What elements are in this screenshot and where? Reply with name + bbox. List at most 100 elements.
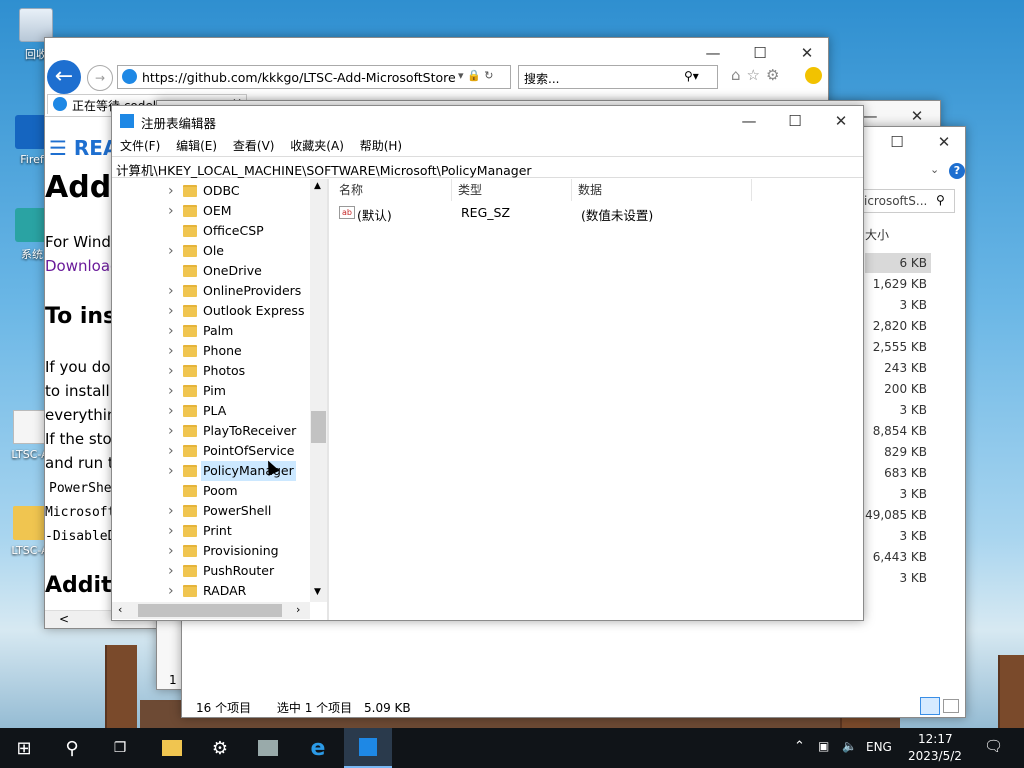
values-pane[interactable]: 名称 类型 数据 ab (默认) REG_SZ (数值未设置) xyxy=(333,179,863,620)
download-link[interactable]: Download xyxy=(45,257,115,275)
horizontal-scrollbar[interactable]: ‹ › xyxy=(112,602,310,619)
close-button[interactable]: ✕ xyxy=(818,106,864,136)
scrollbar-thumb[interactable] xyxy=(138,604,282,617)
expand-chevron-icon[interactable]: › xyxy=(168,381,174,401)
maximize-button[interactable]: ☐ xyxy=(772,106,818,136)
chevron-down-icon[interactable]: ⌄ xyxy=(930,163,939,176)
forward-icon[interactable]: → xyxy=(87,65,113,91)
settings-gear-icon[interactable]: ⚙ xyxy=(196,728,244,768)
menu-favorites[interactable]: 收藏夹(A) xyxy=(284,136,350,156)
help-icon[interactable]: ? xyxy=(949,163,965,179)
tree-item[interactable]: Poom xyxy=(112,481,312,501)
tree-item[interactable]: › Photos xyxy=(112,361,312,381)
scrollbar-thumb[interactable] xyxy=(311,411,326,443)
tree-item[interactable]: › OnlineProviders xyxy=(112,281,312,301)
tree-item[interactable]: OneDrive xyxy=(112,261,312,281)
expand-chevron-icon[interactable]: › xyxy=(168,501,174,521)
regedit-taskbar-icon[interactable] xyxy=(344,728,392,768)
column-header-type[interactable]: 类型 xyxy=(452,179,572,201)
tree-item[interactable]: › Pim xyxy=(112,381,312,401)
back-icon[interactable]: ← xyxy=(47,60,81,94)
input-language[interactable]: ENG xyxy=(866,740,892,754)
search-icon[interactable]: ⚲▾ xyxy=(684,69,699,83)
registry-path[interactable]: 计算机\HKEY_LOCAL_MACHINE\SOFTWARE\Microsof… xyxy=(116,160,532,179)
vertical-scrollbar[interactable]: ▲ ▼ xyxy=(310,179,327,602)
tree-item[interactable]: › Phone xyxy=(112,341,312,361)
close-button[interactable]: ✕ xyxy=(784,38,830,68)
expand-chevron-icon[interactable]: › xyxy=(168,441,174,461)
tree-item[interactable]: › PlayToReceiver xyxy=(112,421,312,441)
minimize-button[interactable]: — xyxy=(726,106,772,136)
expand-chevron-icon[interactable]: › xyxy=(168,461,174,481)
tree-item[interactable]: › ODBC xyxy=(112,181,312,201)
tree-item[interactable]: › RADAR xyxy=(112,581,312,601)
scroll-up-icon[interactable]: ▲ xyxy=(314,181,321,191)
column-size-header[interactable]: 大小 xyxy=(865,226,889,243)
tree-item[interactable]: › Outlook Express xyxy=(112,301,312,321)
network-app-icon[interactable] xyxy=(244,728,292,768)
expand-chevron-icon[interactable]: › xyxy=(168,241,174,261)
file-explorer-icon[interactable] xyxy=(148,728,196,768)
notification-icon[interactable]: 🗨 xyxy=(984,737,1003,755)
close-button[interactable]: ✕ xyxy=(921,127,967,157)
expand-chevron-icon[interactable]: › xyxy=(168,541,174,561)
expand-chevron-icon[interactable]: › xyxy=(168,341,174,361)
clock-time[interactable]: 12:17 xyxy=(918,732,953,746)
details-view-icon[interactable] xyxy=(920,697,940,715)
scroll-left-icon[interactable]: < xyxy=(59,612,69,626)
internet-explorer-icon[interactable]: e xyxy=(294,728,342,768)
column-header-data[interactable]: 数据 xyxy=(572,179,752,201)
tree-item[interactable]: › Ole xyxy=(112,241,312,261)
tree-item[interactable]: › Print xyxy=(112,521,312,541)
expand-chevron-icon[interactable]: › xyxy=(168,321,174,341)
expand-chevron-icon[interactable]: › xyxy=(168,561,174,581)
tree-item[interactable]: › OEM xyxy=(112,201,312,221)
expand-chevron-icon[interactable]: › xyxy=(168,581,174,601)
expand-chevron-icon[interactable]: › xyxy=(168,281,174,301)
address-bar[interactable]: 计算机\HKEY_LOCAL_MACHINE\SOFTWARE\Microsof… xyxy=(112,156,863,178)
tree-item[interactable]: › PointOfService xyxy=(112,441,312,461)
address-text[interactable]: https://github.com/kkkgo/LTSC-Add-Micros… xyxy=(142,70,456,85)
tray-chevron-up-icon[interactable]: ⌃ xyxy=(794,739,805,754)
home-star-gear-icons[interactable]: ⌂☆⚙ xyxy=(731,66,785,84)
expand-chevron-icon[interactable]: › xyxy=(168,181,174,201)
task-view-icon[interactable]: ❐ xyxy=(96,728,144,768)
expand-chevron-icon[interactable]: › xyxy=(168,361,174,381)
expand-chevron-icon[interactable]: › xyxy=(168,201,174,221)
tree-pane[interactable]: › ODBC › OEM OfficeCSP › Ole OneDrive › OnlinePro… xyxy=(112,179,329,620)
expand-chevron-icon[interactable]: › xyxy=(168,401,174,421)
expand-chevron-icon[interactable]: › xyxy=(168,521,174,541)
column-header-name[interactable]: 名称 xyxy=(333,179,452,201)
smiley-icon[interactable] xyxy=(805,67,822,84)
scroll-down-icon[interactable]: ▼ xyxy=(314,587,321,597)
tree-item[interactable]: › PLA xyxy=(112,401,312,421)
tree-item[interactable]: › PolicyManager xyxy=(112,461,312,481)
menu-help[interactable]: 帮助(H) xyxy=(354,136,408,156)
network-icon[interactable]: ▣ xyxy=(818,739,829,753)
regedit-titlebar[interactable]: 注册表编辑器 — ☐ ✕ xyxy=(112,106,863,136)
regedit-window[interactable]: 注册表编辑器 — ☐ ✕ 文件(F) 编辑(E) 查看(V) 收藏夹(A) 帮助… xyxy=(111,105,864,621)
tree-item[interactable]: OfficeCSP xyxy=(112,221,312,241)
scroll-right-icon[interactable]: › xyxy=(296,603,300,616)
large-icons-view-icon[interactable] xyxy=(943,699,959,713)
value-row[interactable]: ab (默认) REG_SZ (数值未设置) xyxy=(333,203,733,223)
clock-date[interactable]: 2023/5/2 xyxy=(908,749,962,763)
scroll-left-icon[interactable]: ‹ xyxy=(118,603,122,616)
search-icon[interactable]: ⚲ xyxy=(936,193,945,207)
expand-chevron-icon[interactable]: › xyxy=(168,301,174,321)
minimize-button[interactable]: — xyxy=(690,38,736,68)
search-box[interactable]: 搜索... ⚲▾ xyxy=(518,65,718,89)
menu-file[interactable]: 文件(F) xyxy=(114,136,166,156)
maximize-button[interactable]: ☐ xyxy=(874,127,920,157)
explorer-search-box[interactable]: icrosoftS... ⚲ xyxy=(857,189,955,213)
tree-item[interactable]: › PowerShell xyxy=(112,501,312,521)
address-bar[interactable]: https://github.com/kkkgo/LTSC-Add-Micros… xyxy=(117,65,511,89)
expand-chevron-icon[interactable]: › xyxy=(168,421,174,441)
tree-item[interactable]: › Palm xyxy=(112,321,312,341)
tree-item[interactable]: › PushRouter xyxy=(112,561,312,581)
volume-muted-icon[interactable]: 🔈 xyxy=(842,739,857,753)
menu-edit[interactable]: 编辑(E) xyxy=(170,136,223,156)
tree-item[interactable]: › Provisioning xyxy=(112,541,312,561)
maximize-button[interactable]: ☐ xyxy=(737,38,783,68)
search-icon[interactable]: ⚲ xyxy=(48,728,96,768)
